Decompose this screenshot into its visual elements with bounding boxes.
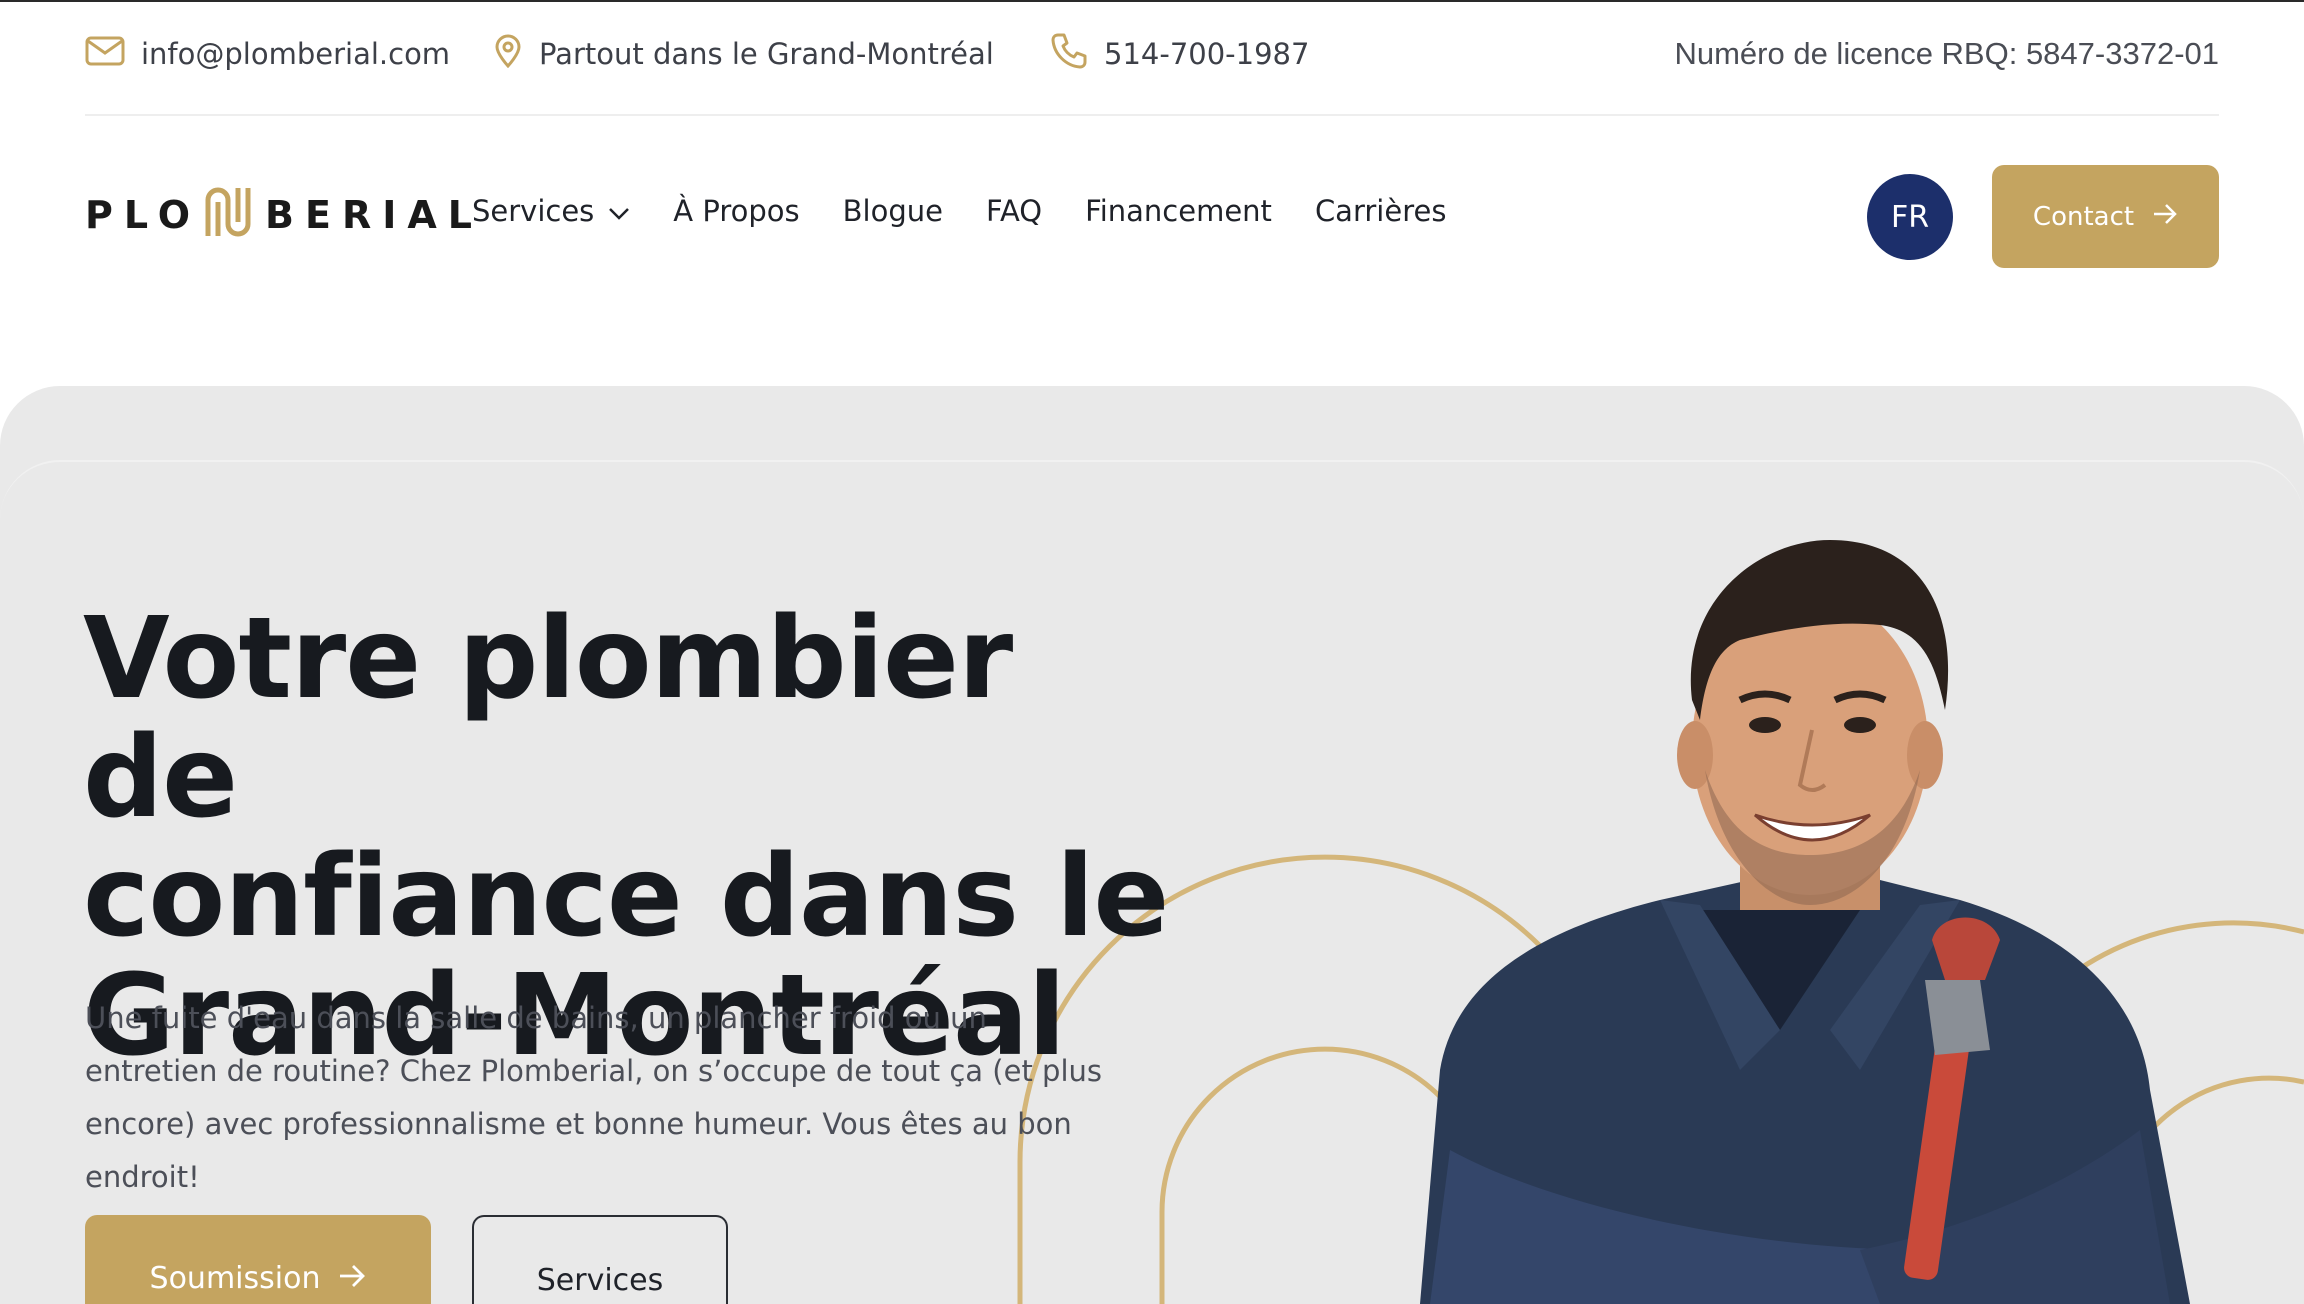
nav-item-label: Carrières bbox=[1314, 194, 1447, 228]
plumber-photo bbox=[1420, 540, 2190, 1304]
contact-button-label: Contact bbox=[2032, 201, 2135, 232]
location-text: Partout dans le Grand-Montréal bbox=[539, 37, 994, 71]
nav-item-label: Financement bbox=[1085, 194, 1272, 228]
chevron-down-icon bbox=[594, 194, 630, 228]
nav-item-blogue[interactable]: Blogue bbox=[843, 194, 943, 228]
hero-description: Une fuite d'eau dans la salle de bains, … bbox=[85, 1001, 1102, 1194]
mail-icon bbox=[85, 36, 141, 73]
logo-text-left: PLO bbox=[85, 193, 202, 237]
services-button-label: Services bbox=[536, 1263, 664, 1298]
logo-wave-icon bbox=[201, 184, 265, 247]
logo-text-right: BERIAL bbox=[265, 193, 483, 237]
phone-link[interactable]: 514-700-1987 bbox=[1050, 32, 1309, 76]
nav-item-financement[interactable]: Financement bbox=[1085, 194, 1272, 228]
nav-item-label: FAQ bbox=[985, 194, 1043, 228]
services-button[interactable]: Services bbox=[472, 1215, 728, 1304]
top-info-bar: info@plomberial.com Partout dans le Gran… bbox=[85, 2, 2219, 116]
contact-button[interactable]: Contact bbox=[1992, 165, 2219, 268]
licence-number: Numéro de licence RBQ: 5847-3372-01 bbox=[1674, 36, 2219, 71]
phone-icon bbox=[1050, 32, 1104, 77]
soumission-button-label: Soumission bbox=[149, 1261, 321, 1296]
hero-title-line: Votre plombier de bbox=[83, 594, 1013, 843]
nav-item-a-propos[interactable]: À Propos bbox=[673, 194, 799, 228]
soumission-button[interactable]: Soumission bbox=[85, 1215, 431, 1304]
nav-item-services[interactable]: Services bbox=[472, 194, 630, 228]
location-info: Partout dans le Grand-Montréal bbox=[493, 32, 994, 76]
email-link[interactable]: info@plomberial.com bbox=[85, 32, 450, 76]
hero-title-line: confiance dans le bbox=[83, 832, 1169, 962]
main-navbar: PLO BERIAL Services À Propos Blogue FAQ … bbox=[85, 160, 2219, 272]
nav-item-faq[interactable]: FAQ bbox=[986, 194, 1042, 228]
email-text: info@plomberial.com bbox=[141, 37, 451, 71]
map-pin-icon bbox=[493, 34, 539, 75]
language-switch-button[interactable]: FR bbox=[1867, 174, 1953, 260]
site-logo[interactable]: PLO BERIAL bbox=[85, 186, 483, 244]
nav-item-label: À Propos bbox=[673, 194, 800, 228]
nav-item-label: Services bbox=[472, 194, 595, 228]
arrow-right-icon bbox=[2134, 202, 2178, 232]
arrow-right-icon bbox=[320, 1261, 366, 1296]
phone-text: 514-700-1987 bbox=[1104, 37, 1310, 71]
nav-item-carrieres[interactable]: Carrières bbox=[1315, 194, 1447, 228]
nav-menu: Services À Propos Blogue FAQ Financement… bbox=[472, 194, 1489, 228]
nav-item-label: Blogue bbox=[842, 194, 943, 228]
